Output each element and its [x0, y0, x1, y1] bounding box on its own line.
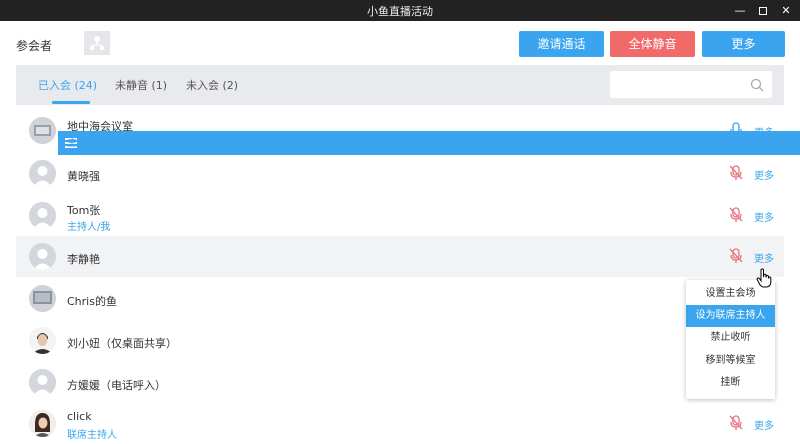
participant-row[interactable]: 黄晓强 更多: [16, 153, 784, 194]
toolbar: 参会者 邀请通话 全体静音 更多: [0, 21, 800, 155]
default-avatar: [29, 369, 56, 396]
search-icon[interactable]: [750, 78, 764, 92]
participants-label: 参会者: [16, 39, 53, 53]
search-input[interactable]: [616, 76, 746, 93]
menu-item-set-co-host[interactable]: 设为联席主持人: [686, 305, 775, 327]
participant-name: click: [67, 410, 92, 423]
participant-name: Tom张: [67, 204, 101, 217]
close-button[interactable]: ✕: [776, 2, 796, 19]
org-tree-icon: [89, 36, 105, 51]
tab-bar: 已入会 (24) 未静音 (1) 未入会 (2): [16, 65, 784, 105]
title-bar: 小鱼直播活动 — ✕: [0, 0, 800, 21]
mic-muted-icon[interactable]: [729, 207, 743, 223]
maximize-button[interactable]: [753, 2, 773, 19]
more-button[interactable]: 更多: [702, 31, 785, 57]
participant-row[interactable]: 李静艳 更多: [16, 236, 784, 277]
tree-view-button[interactable]: [84, 31, 110, 55]
window-title: 小鱼直播活动: [367, 5, 433, 18]
participant-name: 地中海会议室: [67, 120, 133, 133]
participant-role: 主持人/我: [67, 222, 111, 233]
participant-name: 李静艳: [67, 253, 100, 266]
participant-row[interactable]: 地中海会议室 主会场 更多: [16, 110, 784, 151]
participant-more-link[interactable]: 更多: [754, 417, 774, 432]
menu-item-move-to-waiting-room[interactable]: 移到等候室: [686, 350, 775, 372]
tab-unmuted[interactable]: 未静音 (1): [115, 77, 167, 93]
mic-icon[interactable]: [729, 122, 743, 138]
participant-role: 联席主持人: [67, 430, 117, 441]
device-avatar: [29, 285, 56, 312]
participant-more-link[interactable]: 更多: [754, 124, 774, 139]
participant-name: 刘小妞（仅桌面共享）: [67, 337, 177, 350]
active-tab-indicator: [52, 101, 90, 104]
mic-muted-icon[interactable]: [729, 165, 743, 181]
menu-item-disable-listening[interactable]: 禁止收听: [686, 327, 775, 349]
tab-joined[interactable]: 已入会 (24): [38, 77, 97, 93]
default-avatar: [29, 243, 56, 270]
participant-row[interactable]: 刘小妞（仅桌面共享）: [16, 320, 784, 361]
default-avatar: [29, 202, 56, 229]
participant-action-menu: 设置主会场 设为联席主持人 禁止收听 移到等候室 挂断: [686, 280, 775, 399]
hand-cursor-icon: [756, 268, 772, 288]
search-box[interactable]: [610, 71, 772, 98]
participant-row[interactable]: click 联席主持人 更多: [16, 403, 784, 444]
mute-all-button[interactable]: 全体静音: [610, 31, 695, 57]
default-avatar: [29, 160, 56, 187]
participant-row[interactable]: 方媛媛（电话呼入）: [16, 362, 784, 403]
tab-not-joined[interactable]: 未入会 (2): [186, 77, 238, 93]
participant-more-link[interactable]: 更多: [754, 167, 774, 182]
room-avatar: [29, 117, 56, 144]
participant-role: 主会场: [67, 138, 97, 149]
photo-avatar: [29, 410, 56, 437]
mic-muted-icon[interactable]: [729, 415, 743, 431]
participant-more-link[interactable]: 更多: [754, 250, 774, 265]
participant-row[interactable]: Chris的鱼: [16, 278, 784, 319]
maximize-icon: [759, 7, 767, 15]
participant-name: Chris的鱼: [67, 295, 117, 308]
menu-item-hang-up[interactable]: 挂断: [686, 372, 775, 394]
participant-row[interactable]: Tom张 主持人/我 更多: [16, 195, 784, 236]
minimize-button[interactable]: —: [730, 2, 750, 19]
participant-name: 黄晓强: [67, 170, 100, 183]
photo-avatar: [29, 327, 56, 354]
participant-more-link[interactable]: 更多: [754, 209, 774, 224]
invite-call-button[interactable]: 邀请通话: [519, 31, 604, 57]
participant-name: 方媛媛（电话呼入）: [67, 379, 166, 392]
mic-muted-icon[interactable]: [729, 248, 743, 264]
